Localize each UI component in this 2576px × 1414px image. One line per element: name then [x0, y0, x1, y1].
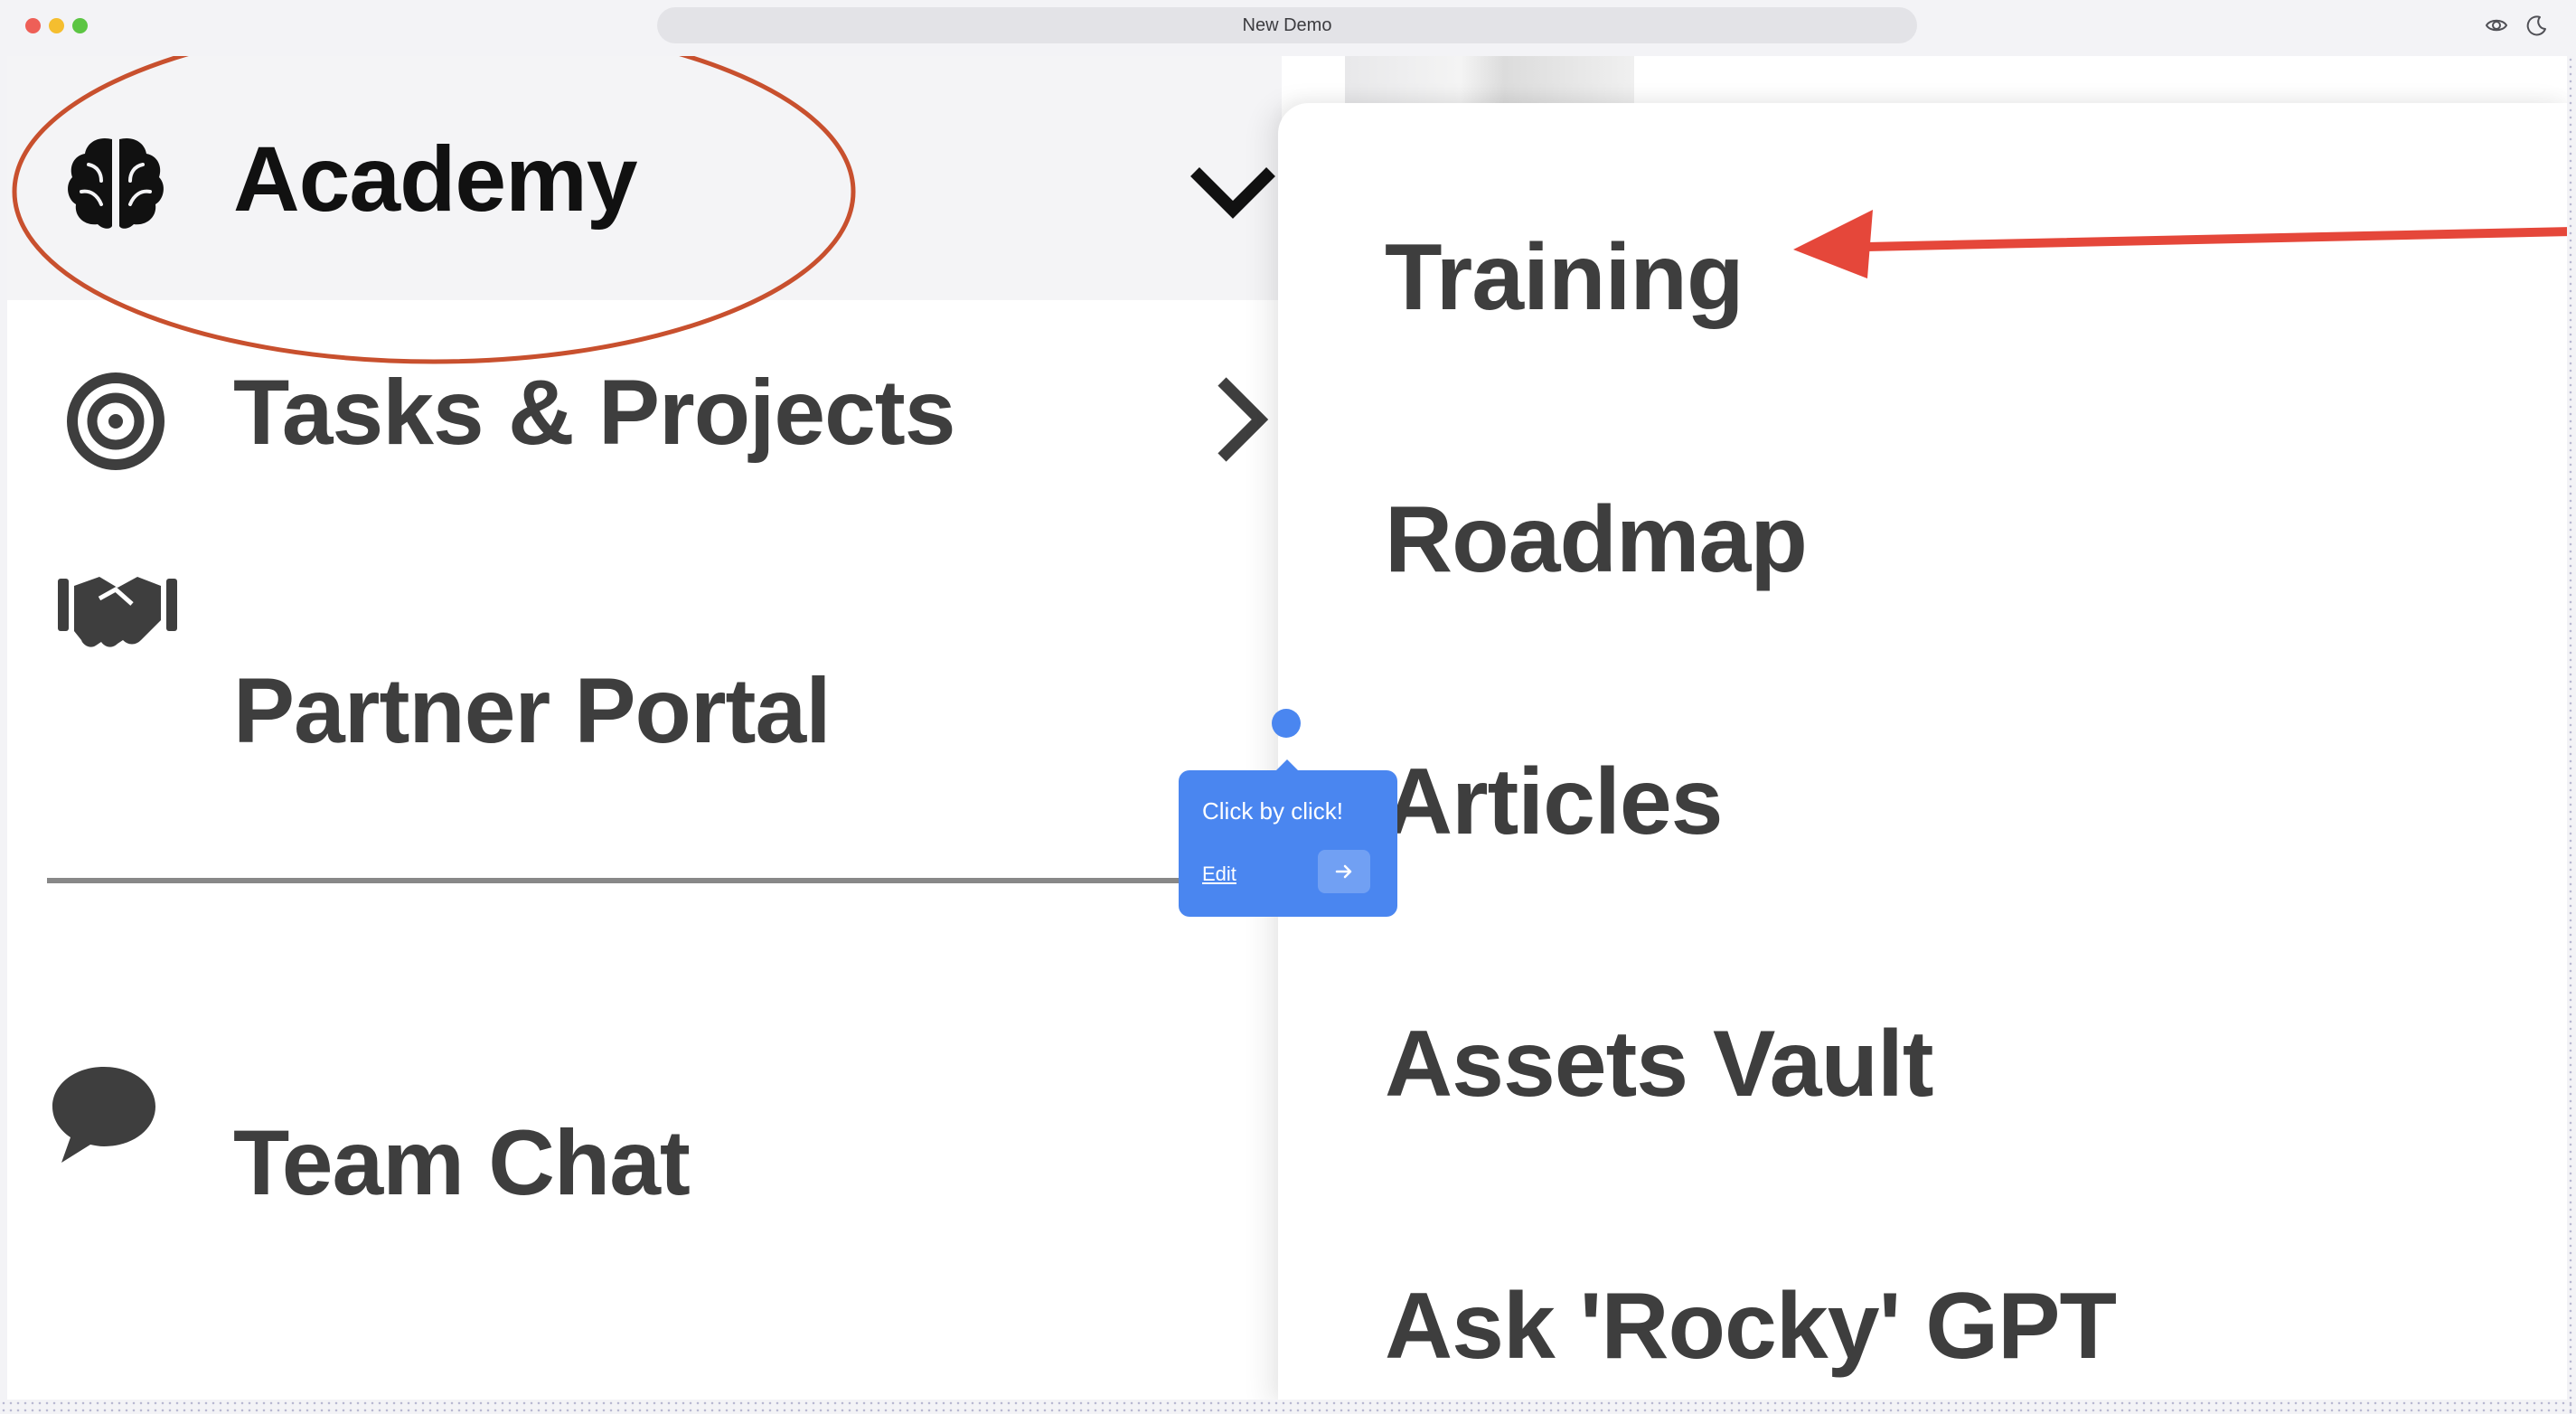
submenu-item-ask-rocky-gpt[interactable]: Ask 'Rocky' GPT [1385, 1273, 2117, 1381]
background-content [1345, 56, 1634, 107]
submenu-item-training[interactable]: Training [1385, 224, 1744, 332]
canvas-border [0, 1400, 2576, 1414]
nav-item-tasks-projects[interactable]: Tasks & Projects [7, 327, 1282, 508]
nav-divider [47, 878, 1282, 883]
submenu-item-articles[interactable]: Articles [1385, 749, 1724, 856]
handshake-icon [58, 577, 177, 647]
submenu-item-assets-vault[interactable]: Assets Vault [1385, 1011, 1934, 1118]
nav-item-team-chat[interactable]: Team Chat [7, 1051, 1282, 1231]
tour-hotspot[interactable] [1272, 709, 1301, 738]
minimize-window-button[interactable] [49, 18, 64, 33]
nav-label-tasks-projects: Tasks & Projects [233, 361, 956, 464]
tooltip-next-button[interactable] [1318, 850, 1370, 893]
nav-label-partner-portal: Partner Portal [233, 659, 832, 762]
nav-label-team-chat: Team Chat [233, 1111, 691, 1214]
academy-submenu: Training Roadmap Articles Assets Vault A… [1278, 103, 2567, 1400]
close-window-button[interactable] [25, 18, 41, 33]
nav-item-partner-portal[interactable]: Partner Portal [7, 562, 1282, 762]
eye-icon[interactable] [2484, 13, 2509, 38]
tooltip-edit-link[interactable]: Edit [1202, 863, 1236, 886]
target-icon [67, 372, 165, 470]
arrow-right-icon [1335, 864, 1352, 879]
brain-icon [68, 137, 164, 229]
chat-bubble-icon [52, 1067, 155, 1163]
window-titlebar: New Demo [0, 0, 2576, 56]
nav-label-academy: Academy [233, 127, 638, 231]
chevron-right-icon[interactable] [1197, 374, 1287, 465]
tour-tooltip: Click by click! Edit [1179, 759, 1397, 917]
demo-canvas: Academy Tasks & Projects Partner Portal [7, 56, 2567, 1400]
tooltip-text: Click by click! [1202, 797, 1344, 825]
submenu-item-roadmap[interactable]: Roadmap [1385, 486, 1808, 594]
maximize-window-button[interactable] [72, 18, 88, 33]
canvas-border-right [2567, 56, 2576, 1414]
moon-icon[interactable] [2524, 13, 2549, 38]
chevron-down-icon[interactable] [1188, 146, 1278, 237]
nav-item-academy[interactable]: Academy [7, 56, 1282, 300]
window-title: New Demo [657, 7, 1917, 43]
